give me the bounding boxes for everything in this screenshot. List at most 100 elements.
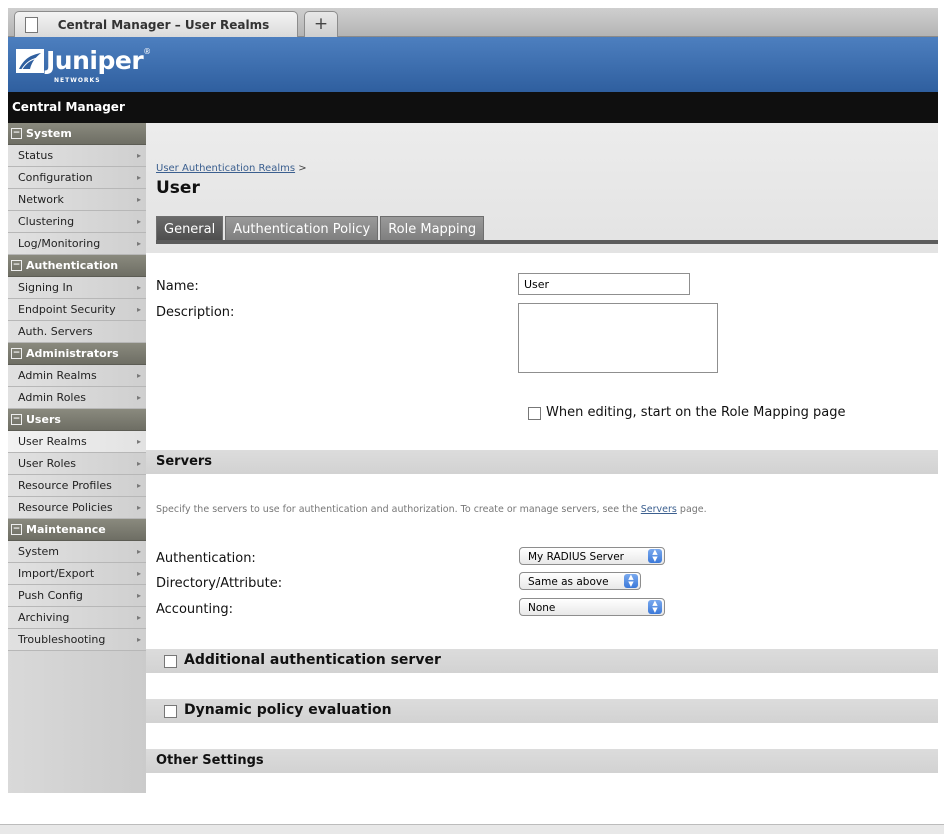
- sidebar-item-label: System: [18, 545, 60, 558]
- sidebar-item-label: Auth. Servers: [18, 325, 93, 338]
- dynamic-policy-label: Dynamic policy evaluation: [184, 702, 392, 718]
- sidebar-item-import-export[interactable]: Import/Export ▸: [8, 563, 146, 585]
- sidebar-item-label: Import/Export: [18, 567, 95, 580]
- servers-link[interactable]: Servers: [641, 504, 677, 515]
- sidebar-item-label: Network: [18, 193, 64, 206]
- select-stepper-icon: ▲ ▼: [648, 600, 662, 614]
- collapse-icon[interactable]: −: [11, 348, 22, 359]
- sidebar-item-user-realms[interactable]: User Realms ▸: [8, 431, 146, 453]
- sidebar-section-title: Administrators: [26, 347, 119, 360]
- sidebar-item-label: Push Config: [18, 589, 83, 602]
- other-settings-title: Other Settings: [156, 753, 264, 768]
- chevron-right-icon: ▸: [136, 393, 141, 402]
- dynamic-policy-section: Dynamic policy evaluation: [146, 699, 938, 723]
- sidebar-item-push-config[interactable]: Push Config ▸: [8, 585, 146, 607]
- sidebar-item-troubleshooting[interactable]: Troubleshooting ▸: [8, 629, 146, 651]
- logo-registered: ®: [143, 47, 152, 56]
- name-label: Name:: [156, 279, 199, 294]
- sidebar-item-system[interactable]: System ▸: [8, 541, 146, 563]
- page-title: User: [156, 178, 200, 198]
- sidebar-item-resource-policies[interactable]: Resource Policies ▸: [8, 497, 146, 519]
- sidebar-item-auth-servers[interactable]: Auth. Servers: [8, 321, 146, 343]
- chevron-right-icon: ▸: [136, 195, 141, 204]
- sidebar-item-resource-profiles[interactable]: Resource Profiles ▸: [8, 475, 146, 497]
- sidebar-item-label: User Realms: [18, 435, 87, 448]
- chevron-right-icon: ▸: [136, 591, 141, 600]
- page-icon: [25, 16, 38, 33]
- chevron-right-icon: ▸: [136, 217, 141, 226]
- tab-role-mapping[interactable]: Role Mapping: [380, 216, 485, 241]
- sidebar-item-status[interactable]: Status ▸: [8, 145, 146, 167]
- breadcrumb-link[interactable]: User Authentication Realms: [156, 163, 295, 174]
- brand-bar: Juniper ® NETWORKS: [8, 37, 938, 92]
- juniper-logo[interactable]: Juniper ® NETWORKS: [16, 47, 152, 84]
- additional-auth-checkbox[interactable]: [164, 655, 177, 668]
- name-input[interactable]: User: [518, 273, 690, 295]
- sidebar-item-signing-in[interactable]: Signing In ▸: [8, 277, 146, 299]
- tab-authentication-policy[interactable]: Authentication Policy: [225, 216, 379, 241]
- sidebar-section-users[interactable]: − Users: [8, 409, 146, 431]
- sidebar-item-admin-realms[interactable]: Admin Realms ▸: [8, 365, 146, 387]
- sidebar-item-archiving[interactable]: Archiving ▸: [8, 607, 146, 629]
- select-stepper-icon: ▲ ▼: [624, 574, 638, 588]
- breadcrumb: User Authentication Realms >: [156, 163, 307, 174]
- logo-subtitle: NETWORKS: [54, 77, 101, 84]
- sidebar-item-label: Clustering: [18, 215, 75, 228]
- sidebar-section-authentication[interactable]: − Authentication: [8, 255, 146, 277]
- dynamic-policy-checkbox[interactable]: [164, 705, 177, 718]
- new-tab-button[interactable]: +: [304, 11, 338, 37]
- accounting-select-value: None: [528, 602, 556, 614]
- sidebar-item-label: Configuration: [18, 171, 93, 184]
- description-textarea[interactable]: [518, 303, 718, 373]
- accounting-select[interactable]: None ▲ ▼: [519, 598, 665, 616]
- sidebar-item-log-monitoring[interactable]: Log/Monitoring ▸: [8, 233, 146, 255]
- sidebar-item-configuration[interactable]: Configuration ▸: [8, 167, 146, 189]
- collapse-icon[interactable]: −: [11, 414, 22, 425]
- accounting-label: Accounting:: [156, 602, 233, 617]
- chevron-right-icon: ▸: [136, 613, 141, 622]
- browser-tab-strip: Central Manager – User Realms +: [8, 8, 938, 37]
- sidebar-section-administrators[interactable]: − Administrators: [8, 343, 146, 365]
- browser-tab-title: Central Manager – User Realms: [57, 17, 270, 32]
- sidebar-item-admin-roles[interactable]: Admin Roles ▸: [8, 387, 146, 409]
- edit-role-mapping-label: When editing, start on the Role Mapping …: [546, 405, 846, 420]
- chevron-right-icon: ▸: [136, 503, 141, 512]
- chevron-right-icon: ▸: [136, 635, 141, 644]
- sidebar-section-maintenance[interactable]: − Maintenance: [8, 519, 146, 541]
- chevron-right-icon: ▸: [136, 283, 141, 292]
- select-stepper-icon: ▲ ▼: [648, 549, 662, 563]
- directory-attribute-select[interactable]: Same as above ▲ ▼: [519, 572, 641, 590]
- chevron-right-icon: ▸: [136, 371, 141, 380]
- browser-tab[interactable]: Central Manager – User Realms: [14, 11, 298, 37]
- chevron-right-icon: ▸: [136, 151, 141, 160]
- tab-general[interactable]: General: [156, 216, 224, 241]
- authentication-select[interactable]: My RADIUS Server ▲ ▼: [519, 547, 665, 565]
- sidebar-item-user-roles[interactable]: User Roles ▸: [8, 453, 146, 475]
- chevron-right-icon: ▸: [136, 305, 141, 314]
- sidebar-section-title: System: [26, 127, 72, 140]
- app-header: Central Manager: [8, 92, 938, 123]
- servers-help-prefix: Specify the servers to use for authentic…: [156, 504, 638, 515]
- collapse-icon[interactable]: −: [11, 524, 22, 535]
- edit-role-mapping-checkbox[interactable]: [528, 407, 541, 420]
- sidebar-section-system[interactable]: − System: [8, 123, 146, 145]
- collapse-icon[interactable]: −: [11, 260, 22, 271]
- sidebar-item-label: Admin Realms: [18, 369, 97, 382]
- additional-auth-section: Additional authentication server: [146, 649, 938, 673]
- authentication-select-value: My RADIUS Server: [528, 551, 624, 563]
- servers-help-text: Specify the servers to use for authentic…: [156, 504, 707, 515]
- tab-underline: [156, 240, 938, 244]
- juniper-leaf-icon: [16, 49, 44, 73]
- chevron-right-icon: ▸: [136, 173, 141, 182]
- sidebar-item-label: Resource Profiles: [18, 479, 112, 492]
- sidebar-item-label: Endpoint Security: [18, 303, 116, 316]
- sidebar-item-network[interactable]: Network ▸: [8, 189, 146, 211]
- authentication-label: Authentication:: [156, 551, 256, 566]
- directory-attribute-label: Directory/Attribute:: [156, 576, 283, 591]
- collapse-icon[interactable]: −: [11, 128, 22, 139]
- breadcrumb-separator: >: [298, 163, 307, 174]
- sidebar-item-clustering[interactable]: Clustering ▸: [8, 211, 146, 233]
- chevron-right-icon: ▸: [136, 481, 141, 490]
- sidebar-item-endpoint-security[interactable]: Endpoint Security ▸: [8, 299, 146, 321]
- additional-auth-label: Additional authentication server: [184, 652, 441, 668]
